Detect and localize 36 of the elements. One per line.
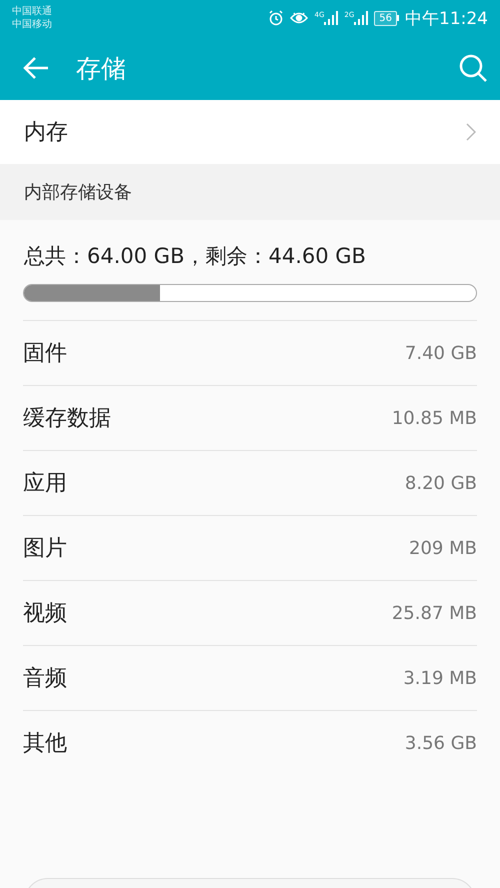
storage-category-row[interactable]: 图片 209 MB <box>23 515 477 580</box>
category-name: 音频 <box>23 665 67 693</box>
alarm-icon <box>268 10 284 26</box>
category-name: 应用 <box>23 470 67 498</box>
signal-icon <box>354 11 368 25</box>
category-size: 8.20 GB <box>404 472 477 494</box>
category-name: 视频 <box>23 600 67 628</box>
storage-summary: 总共：64.00 GB，剩余：44.60 GB <box>23 243 367 270</box>
signal-icon <box>324 11 338 25</box>
memory-menu-item[interactable]: 内存 <box>0 100 500 164</box>
storage-category-row[interactable]: 音频 3.19 MB <box>23 645 477 710</box>
category-name: 其他 <box>23 730 67 758</box>
chevron-icon <box>466 123 476 141</box>
section-header: 内部存储设备 <box>0 164 500 220</box>
category-size: 25.87 MB <box>392 602 477 624</box>
carrier-name: 中国移动 <box>12 18 52 31</box>
storage-category-row[interactable]: 其他 3.56 GB <box>23 710 477 775</box>
storage-category-row[interactable]: 缓存数据 10.85 MB <box>23 385 477 450</box>
battery-level: 56 <box>374 10 397 26</box>
storage-category-row[interactable]: 应用 8.20 GB <box>23 450 477 515</box>
search-button[interactable] <box>458 53 488 83</box>
category-name: 固件 <box>23 340 67 368</box>
category-size: 7.40 GB <box>404 342 477 364</box>
category-size: 209 MB <box>409 538 477 558</box>
carrier-name: 中国联通 <box>12 5 52 18</box>
page-title: 存储 <box>76 52 126 84</box>
category-size: 3.56 GB <box>404 732 477 754</box>
category-size: 10.85 MB <box>392 408 477 428</box>
clock: 中午11:24 <box>405 8 488 30</box>
category-name: 缓存数据 <box>23 405 111 433</box>
category-name: 图片 <box>23 535 67 563</box>
storage-category-row[interactable]: 视频 25.87 MB <box>23 580 477 645</box>
eye-icon <box>290 11 308 25</box>
back-button[interactable] <box>22 56 50 80</box>
category-size: 3.19 MB <box>403 668 477 688</box>
storage-category-row[interactable]: 固件 7.40 GB <box>23 320 477 385</box>
